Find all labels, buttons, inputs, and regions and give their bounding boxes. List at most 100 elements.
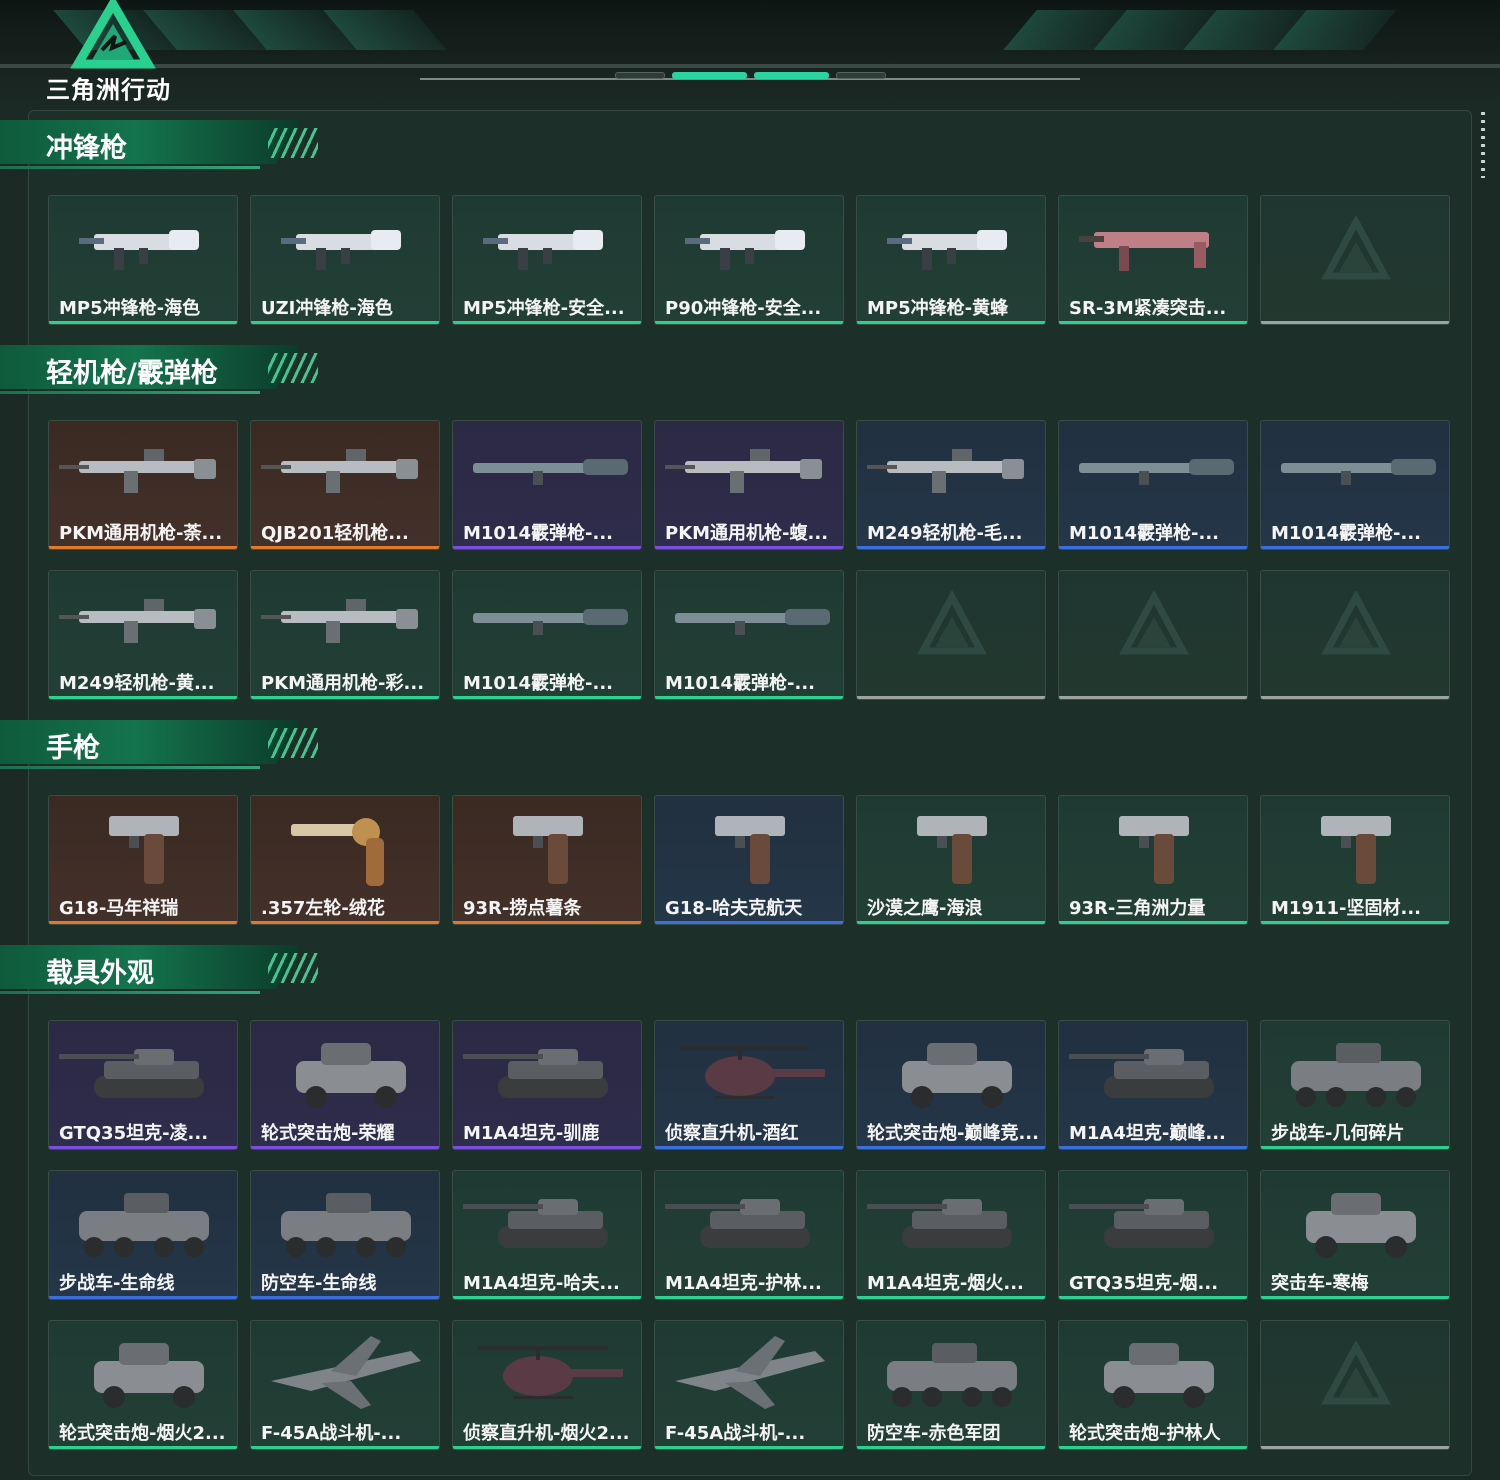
skin-card[interactable]: .357左轮-绒花 <box>250 795 440 925</box>
skin-card[interactable]: M249轻机枪-毛... <box>856 420 1046 550</box>
helicopter-icon <box>680 1046 825 1099</box>
skin-card[interactable]: M1911-坚固材... <box>1260 795 1450 925</box>
armored-car-icon <box>1104 1343 1214 1408</box>
rarity-underline <box>1059 1296 1247 1299</box>
skin-card[interactable]: GTQ35坦克-烟... <box>1058 1170 1248 1300</box>
rarity-underline <box>857 921 1045 924</box>
skin-card[interactable]: MP5冲锋枪-安全... <box>452 195 642 325</box>
smg-icon <box>887 230 1007 270</box>
armored-car-icon <box>902 1043 1012 1108</box>
skin-card[interactable]: M249轻机枪-黄... <box>48 570 238 700</box>
skin-card[interactable]: M1A4坦克-哈夫... <box>452 1170 642 1300</box>
smg-icon <box>79 230 199 270</box>
empty-slot-card <box>1260 195 1450 325</box>
skin-card[interactable]: QJB201轻机枪... <box>250 420 440 550</box>
skin-card[interactable]: M1014霰弹枪-... <box>452 570 642 700</box>
skin-card[interactable]: M1A4坦克-驯鹿 <box>452 1020 642 1150</box>
skin-card[interactable]: F-45A战斗机-... <box>654 1320 844 1450</box>
skin-card-label: M1A4坦克-烟火... <box>867 1273 1024 1294</box>
rarity-underline <box>453 321 641 324</box>
skin-card[interactable]: M1014霰弹枪-... <box>654 570 844 700</box>
machine-gun-icon <box>261 449 418 493</box>
skin-card[interactable]: M1014霰弹枪-... <box>1260 420 1450 550</box>
skin-card[interactable]: UZI冲锋枪-海色 <box>250 195 440 325</box>
skin-card-label: M1014霰弹枪-... <box>463 523 613 544</box>
skin-card[interactable]: M1014霰弹枪-... <box>1058 420 1248 550</box>
tank-icon <box>59 1049 204 1098</box>
skin-card[interactable]: G18-马年祥瑞 <box>48 795 238 925</box>
placeholder-logo-icon <box>1321 216 1391 280</box>
skin-card[interactable]: SR-3M紧凑突击... <box>1058 195 1248 325</box>
skin-card-label: .357左轮-绒花 <box>261 898 385 919</box>
tank-icon <box>463 1049 608 1098</box>
shotgun-icon <box>675 609 830 635</box>
machine-gun-icon <box>867 449 1024 493</box>
rarity-underline <box>251 546 439 549</box>
skin-card[interactable]: MP5冲锋枪-黄蜂 <box>856 195 1046 325</box>
scrollbar-indicator[interactable] <box>1481 112 1485 178</box>
skin-card[interactable]: PKM通用机枪-蝮... <box>654 420 844 550</box>
skin-card[interactable]: 93R-捞点薯条 <box>452 795 642 925</box>
skin-card-label: F-45A战斗机-... <box>261 1423 402 1444</box>
rarity-underline <box>453 1146 641 1149</box>
rarity-underline <box>655 921 843 924</box>
empty-slot-card <box>1260 570 1450 700</box>
section-header-line <box>0 391 260 394</box>
skin-card[interactable]: 侦察直升机-酒红 <box>654 1020 844 1150</box>
skin-card[interactable]: 轮式突击炮-巅峰竞... <box>856 1020 1046 1150</box>
skin-card-label: 侦察直升机-烟火2... <box>463 1423 630 1444</box>
skin-card[interactable]: M1A4坦克-烟火... <box>856 1170 1046 1300</box>
skin-card[interactable]: MP5冲锋枪-海色 <box>48 195 238 325</box>
skin-card[interactable]: M1014霰弹枪-... <box>452 420 642 550</box>
smg-icon <box>685 230 805 270</box>
skin-card[interactable]: M1A4坦克-护林... <box>654 1170 844 1300</box>
section-header-slashes <box>268 953 318 983</box>
tank-icon <box>665 1199 810 1248</box>
skin-card[interactable]: 步战车-几何碎片 <box>1260 1020 1450 1150</box>
skin-card-label: F-45A战斗机-... <box>665 1423 806 1444</box>
skin-card[interactable]: 轮式突击炮-烟火2... <box>48 1320 238 1450</box>
tank-icon <box>463 1199 608 1248</box>
skin-card[interactable]: G18-哈夫克航天 <box>654 795 844 925</box>
armored-car-icon <box>296 1043 406 1108</box>
shotgun-icon <box>473 609 628 635</box>
skin-card-label: 轮式突击炮-荣耀 <box>261 1123 395 1144</box>
skin-card[interactable]: M1A4坦克-巅峰... <box>1058 1020 1248 1150</box>
skin-card[interactable]: 沙漠之鹰-海浪 <box>856 795 1046 925</box>
skin-card[interactable]: PKM通用机枪-荼... <box>48 420 238 550</box>
tank-icon <box>1069 1049 1214 1098</box>
delta-logo-icon <box>70 0 156 69</box>
rarity-underline <box>251 1296 439 1299</box>
skin-card[interactable]: 步战车-生命线 <box>48 1170 238 1300</box>
skin-card[interactable]: 防空车-赤色军团 <box>856 1320 1046 1450</box>
skin-card[interactable]: 侦察直升机-烟火2... <box>452 1320 642 1450</box>
skin-card-label: 步战车-几何碎片 <box>1271 1123 1405 1144</box>
skin-card[interactable]: 轮式突击炮-护林人 <box>1058 1320 1248 1450</box>
skin-card-label: SR-3M紧凑突击... <box>1069 298 1227 319</box>
skin-card-label: MP5冲锋枪-海色 <box>59 298 201 319</box>
skin-card[interactable]: 轮式突击炮-荣耀 <box>250 1020 440 1150</box>
rarity-underline <box>49 921 237 924</box>
skin-card-label: 轮式突击炮-护林人 <box>1069 1423 1221 1444</box>
skin-card-label: 轮式突击炮-巅峰竞... <box>867 1123 1039 1144</box>
skin-card[interactable]: PKM通用机枪-彩... <box>250 570 440 700</box>
skin-card-label: G18-哈夫克航天 <box>665 898 803 919</box>
skin-card[interactable]: GTQ35坦克-凌... <box>48 1020 238 1150</box>
rarity-underline <box>857 696 1045 699</box>
empty-slot-card <box>856 570 1046 700</box>
section-header: 载具外观 <box>0 945 330 999</box>
skin-card[interactable]: 突击车-寒梅 <box>1260 1170 1450 1300</box>
rarity-underline <box>453 1446 641 1449</box>
skin-card[interactable]: F-45A战斗机-... <box>250 1320 440 1450</box>
skin-card[interactable]: P90冲锋枪-安全... <box>654 195 844 325</box>
shotgun-icon <box>1281 459 1436 485</box>
section-header-slashes <box>268 353 318 383</box>
rarity-underline <box>251 696 439 699</box>
rarity-underline <box>857 321 1045 324</box>
skin-card-label: GTQ35坦克-凌... <box>59 1123 209 1144</box>
section-title: 载具外观 <box>46 958 154 989</box>
rarity-underline <box>453 921 641 924</box>
skin-card-label: M1A4坦克-驯鹿 <box>463 1123 600 1144</box>
skin-card[interactable]: 防空车-生命线 <box>250 1170 440 1300</box>
skin-card[interactable]: 93R-三角洲力量 <box>1058 795 1248 925</box>
